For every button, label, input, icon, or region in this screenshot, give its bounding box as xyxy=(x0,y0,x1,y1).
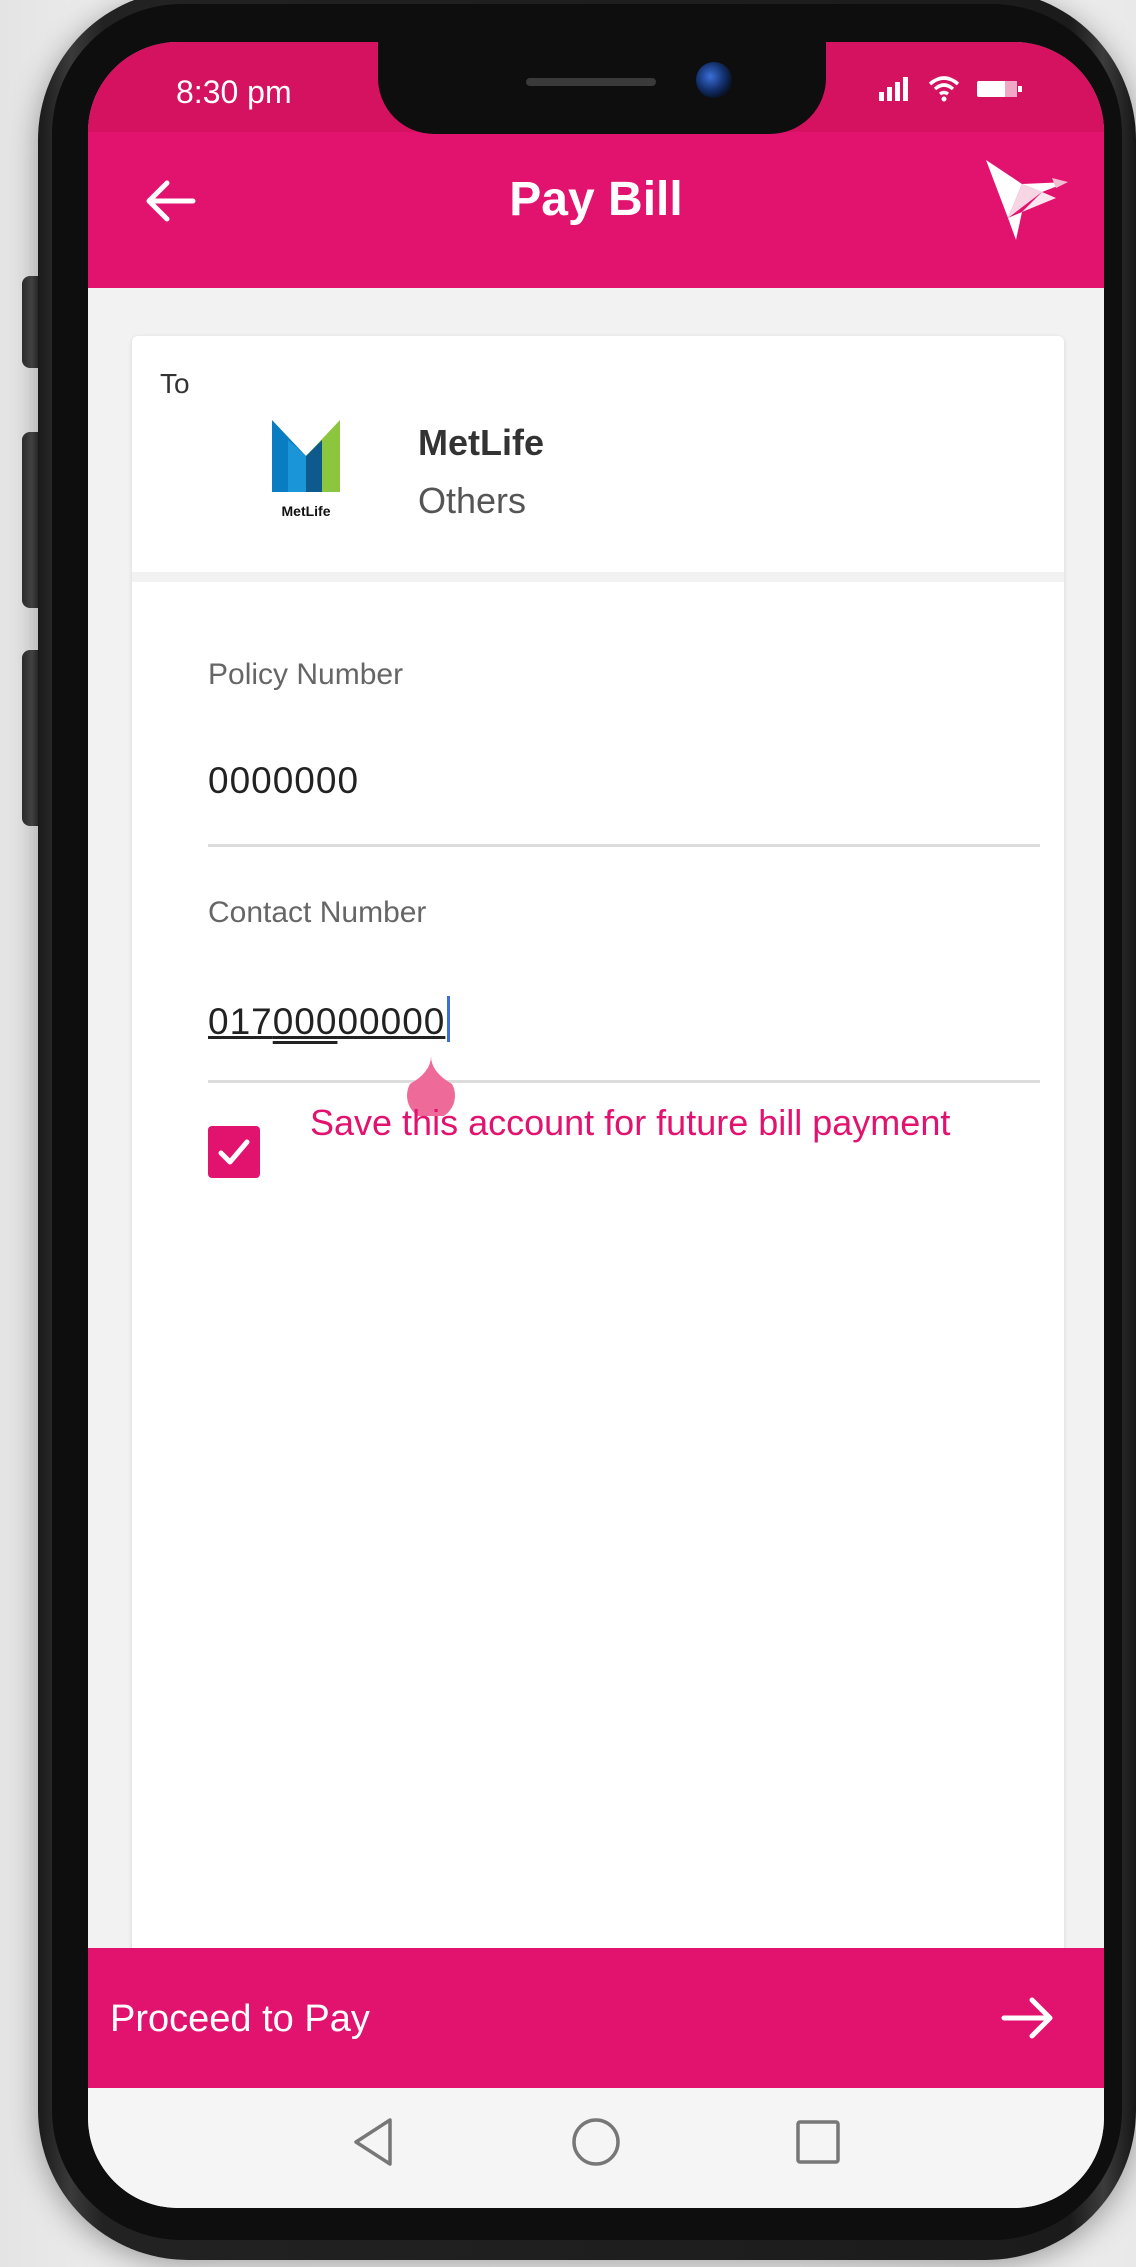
front-camera xyxy=(696,62,732,98)
proceed-to-pay-button[interactable]: Proceed to Pay xyxy=(88,1948,1104,2088)
contact-number-label: Contact Number xyxy=(208,896,427,929)
policy-number-label: Policy Number xyxy=(208,658,404,691)
contact-number-underline xyxy=(208,1080,1040,1083)
status-time: 8:30 pm xyxy=(176,74,292,110)
bill-form-card: To MetLife MetLife Others Policy Number … xyxy=(132,336,1064,2036)
checkmark-icon xyxy=(218,1139,250,1165)
phone-notch xyxy=(378,42,826,134)
metlife-logo: MetLife xyxy=(264,416,348,519)
content-area: To MetLife MetLife Others Policy Number … xyxy=(88,288,1104,2036)
text-caret xyxy=(447,996,451,1042)
metlife-logo-text: MetLife xyxy=(281,503,331,519)
biller-name: MetLife xyxy=(418,422,544,463)
home-circle-icon[interactable] xyxy=(566,2112,626,2172)
app-header: 8:30 pm Pay Bill xyxy=(88,42,1104,288)
save-account-checkbox[interactable] xyxy=(208,1126,260,1178)
contact-number-part: 017 xyxy=(208,1001,273,1042)
device-mockup: 8:30 pm Pay Bill To MetLife MetLife Othe… xyxy=(0,0,1136,2267)
status-icons xyxy=(878,76,1024,102)
bird-logo-icon[interactable] xyxy=(982,154,1074,246)
policy-number-input[interactable]: 0000000 xyxy=(208,760,359,802)
recents-square-icon[interactable] xyxy=(788,2112,848,2172)
to-label: To xyxy=(160,368,190,399)
wifi-icon xyxy=(928,76,960,102)
signal-icon xyxy=(879,77,908,101)
contact-number-part: 000 xyxy=(272,1001,338,1042)
page-title: Pay Bill xyxy=(509,173,683,226)
arrow-right-icon xyxy=(1001,1997,1053,2039)
biller-category: Others xyxy=(418,480,527,521)
battery-icon xyxy=(977,81,1022,97)
policy-number-underline xyxy=(208,844,1040,847)
back-triangle-icon[interactable] xyxy=(344,2112,404,2172)
proceed-to-pay-label: Proceed to Pay xyxy=(110,1998,370,2040)
metlife-logo-mark xyxy=(272,420,340,492)
phone-screen: 8:30 pm Pay Bill To MetLife MetLife Othe… xyxy=(88,42,1104,2208)
earpiece-speaker xyxy=(526,78,656,86)
card-divider xyxy=(132,572,1064,582)
contact-number-part: 00000 xyxy=(337,1001,446,1042)
save-account-label[interactable]: Save this account for future bill paymen… xyxy=(310,1100,990,1146)
system-nav-bar xyxy=(88,2088,1104,2208)
contact-number-input[interactable]: 01700000000 xyxy=(208,996,451,1043)
